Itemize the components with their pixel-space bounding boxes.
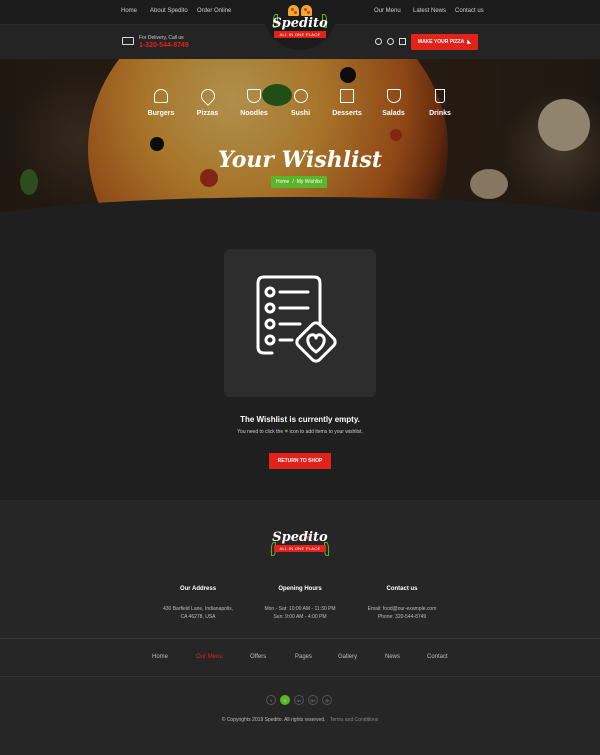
nav-our-menu-link[interactable]: Our Menu [374,8,401,14]
footer-phone[interactable]: Phone: 320-544-8749 [332,613,472,621]
twitter-icon[interactable]: t [266,695,276,705]
nav-contact-link[interactable]: Contact us [455,8,484,14]
hint-text-after: icon to add items to your wishlist. [289,429,363,435]
category-sushi[interactable]: Sushi [283,89,319,117]
noodle-bowl-icon [247,89,261,103]
hero-banner: Burgers Pizzas Noodles Sushi Desserts Sa… [0,59,600,219]
footer-nav-gallery[interactable]: Gallery [338,654,357,660]
make-your-pizza-button[interactable]: MAKE YOUR PIZZA ◣ [411,34,478,50]
footer-nav-news[interactable]: News [385,654,400,660]
salad-bowl-icon [386,89,401,103]
hero-overlay [0,59,600,219]
sushi-icon [293,89,308,103]
instagram-icon[interactable]: ◎ [322,695,332,705]
pizza-slices-icon [288,5,312,16]
category-salads[interactable]: Salads [376,89,412,117]
wishlist-document-heart-icon [256,275,337,363]
search-icon[interactable] [375,38,382,45]
category-desserts[interactable]: Desserts [329,89,365,117]
hint-text-before: You need to click the [237,429,284,435]
category-pizzas[interactable]: Pizzas [190,86,226,117]
breadcrumb-current: My Wishlist [296,179,323,185]
category-label: Desserts [332,110,362,117]
footer-nav-contact[interactable]: Contact [427,654,448,660]
category-drinks[interactable]: Drinks [422,89,458,117]
drink-cup-icon [435,89,445,103]
nav-latest-news-link[interactable]: Latest News [413,8,446,14]
footer-divider [0,676,600,677]
copyright: © Copyrights 2019 Spedito. All rights re… [0,717,600,723]
copyright-text: © Copyrights 2019 Spedito. All rights re… [221,717,326,723]
heart-icon: ♥ [284,429,289,435]
wishlist-section: The Wishlist is currently empty. You nee… [0,219,600,500]
category-label: Sushi [290,110,311,117]
nav-order-online-link[interactable]: Order Online [197,8,231,14]
breadcrumb-separator: / [292,179,294,185]
cake-icon [340,89,354,103]
facebook-icon[interactable]: f [280,695,290,705]
delivery-truck-icon [122,37,134,45]
category-noodles[interactable]: Noodles [236,89,272,117]
site-footer: Spedito ALL IN ONE PLACE Our Address 430… [0,500,600,755]
category-burgers[interactable]: Burgers [143,89,179,117]
pizza-slice-icon [197,86,218,106]
linkedin-icon[interactable]: in [294,695,304,705]
logo-wordmark: Spedito [272,16,328,31]
delivery-phone[interactable]: 1-320-544-8749 [139,42,189,49]
empty-wishlist-hint: You need to click the ♥ icon to add item… [0,429,600,435]
page-title: Your Wishlist [217,147,383,173]
category-label: Drinks [429,110,451,117]
header-icons [375,38,406,45]
logo-wordmark: Spedito [272,530,328,545]
return-to-shop-button[interactable]: RETURN TO SHOP [269,453,331,469]
make-your-pizza-label: MAKE YOUR PIZZA [417,39,465,45]
burger-icon [154,89,168,103]
empty-wishlist-title: The Wishlist is currently empty. [240,415,360,424]
footer-nav-offers[interactable]: Offers [250,654,266,660]
category-menu: Burgers Pizzas Noodles Sushi Desserts Sa… [143,86,458,117]
empty-wishlist-illustration [224,249,376,397]
category-label: Noodles [240,110,268,117]
category-label: Pizzas [196,110,219,117]
logo-tagline: ALL IN ONE PLACE [273,545,327,552]
breadcrumb-home-link[interactable]: Home [276,179,289,185]
footer-nav-pages[interactable]: Pages [295,654,312,660]
delivery-label: For Delivery, Call us [139,35,184,41]
footer-divider [0,638,600,639]
category-label: Burgers [147,110,175,117]
nav-about-link[interactable]: About Spedito [150,8,188,14]
logo-tagline: ALL IN ONE PLACE [273,31,327,38]
site-logo[interactable]: Spedito ALL IN ONE PLACE [263,0,337,52]
footer-contact: Contact us Email: food@our-example.com P… [332,586,472,621]
footer-logo[interactable]: Spedito ALL IN ONE PLACE [263,530,337,570]
footer-nav-our-menu[interactable]: Our Menu [196,654,223,660]
footer-nav-home[interactable]: Home [152,654,168,660]
shopping-bag-icon[interactable] [399,38,406,45]
footer-email[interactable]: Email: food@our-example.com [332,605,472,613]
footer-contact-title: Contact us [386,586,418,592]
google-plus-icon[interactable]: G+ [308,695,318,705]
breadcrumb: Home / My Wishlist [271,176,328,188]
terms-link[interactable]: Terms and Conditions [330,717,378,723]
social-links: t f in G+ ◎ [266,695,332,705]
user-icon[interactable] [387,38,394,45]
category-label: Salads [382,110,405,117]
nav-home-link[interactable]: Home [121,8,137,14]
pizza-slice-icon: ◣ [467,39,472,45]
